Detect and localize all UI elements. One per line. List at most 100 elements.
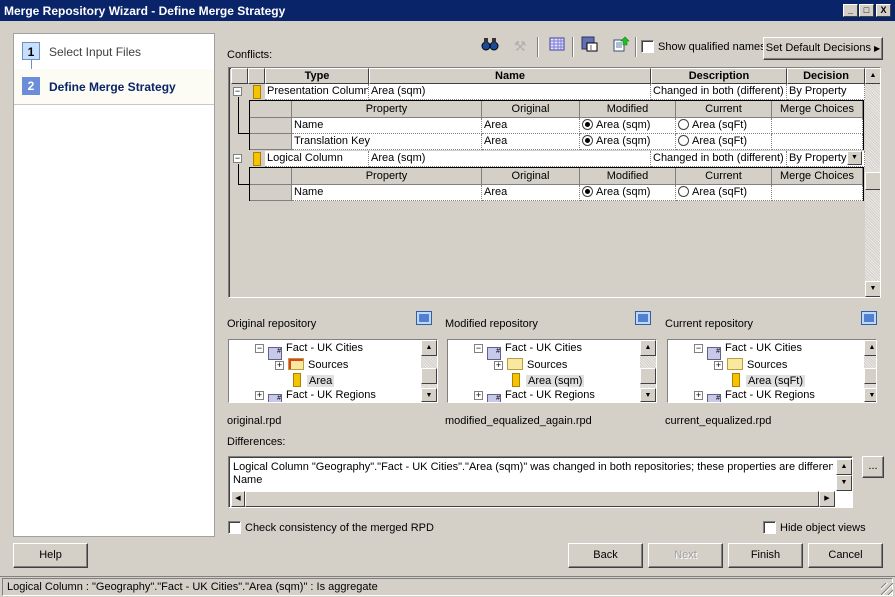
show-qualified-names-checkbox[interactable]	[641, 40, 654, 53]
scroll-thumb[interactable]	[865, 172, 880, 190]
cell-current[interactable]: Area (sqFt)	[676, 118, 772, 134]
expand-icon[interactable]: +	[714, 361, 723, 370]
tree-node[interactable]: + Sources	[275, 358, 348, 371]
scroll-thumb[interactable]	[245, 491, 819, 507]
tree-node[interactable]: + Sources	[714, 358, 787, 371]
collapse-icon[interactable]: −	[474, 344, 483, 353]
property-subgrid[interactable]: Property Original Modified Current Merge…	[249, 167, 864, 201]
tree-node[interactable]: + # Fact - UK Regions	[694, 389, 815, 402]
next-button[interactable]: Next	[648, 543, 723, 568]
subcolumn-header-original[interactable]: Original	[482, 101, 580, 118]
radio-selected[interactable]	[582, 119, 593, 130]
cell-decision[interactable]: By Property	[787, 84, 865, 100]
binoculars-icon[interactable]	[480, 36, 500, 56]
modified-repository-browse-icon[interactable]	[635, 311, 651, 325]
column-header-description[interactable]: Description	[651, 68, 787, 84]
differences-horizontal-scrollbar[interactable]: ◀	[231, 491, 819, 507]
subcolumn-header-original[interactable]: Original	[482, 168, 580, 185]
collapse-icon[interactable]: −	[255, 344, 264, 353]
collapse-icon[interactable]: −	[233, 87, 242, 96]
subcolumn-header-modified[interactable]: Modified	[580, 168, 676, 185]
cell-current[interactable]: Area (sqFt)	[676, 134, 772, 150]
scroll-up-icon[interactable]: ▲	[640, 340, 656, 356]
cell-modified[interactable]: Area (sqm)	[580, 185, 676, 201]
subcolumn-header-property[interactable]: Property	[292, 168, 482, 185]
tree-node[interactable]: Area (sqm)	[512, 373, 585, 387]
original-repository-tree[interactable]: − # Fact - UK Cities + Sources Area + # Fact …	[228, 339, 438, 403]
scroll-thumb[interactable]	[640, 368, 656, 384]
maximize-button[interactable]: □	[859, 4, 874, 17]
step-define-merge-strategy[interactable]: 2 Define Merge Strategy	[14, 69, 214, 105]
tree-node[interactable]: + # Fact - UK Regions	[474, 389, 595, 402]
row-header[interactable]	[250, 185, 292, 201]
expand-icon[interactable]: +	[494, 361, 503, 370]
current-repository-browse-icon[interactable]	[861, 311, 877, 325]
radio-unselected[interactable]	[678, 119, 689, 130]
radio-unselected[interactable]	[678, 135, 689, 146]
radio-selected[interactable]	[582, 135, 593, 146]
cell-merge-choices[interactable]	[772, 185, 863, 201]
hide-object-views-checkbox[interactable]	[763, 521, 776, 534]
current-repository-tree[interactable]: − # Fact - UK Cities + Sources Area (sqFt) …	[667, 339, 877, 403]
expand-icon[interactable]: +	[474, 391, 483, 400]
collapse-icon[interactable]: −	[233, 154, 242, 163]
tree-node[interactable]: + Sources	[494, 358, 567, 371]
radio-unselected[interactable]	[678, 186, 689, 197]
decision-dropdown[interactable]: By Property ▼	[787, 151, 865, 167]
scroll-down-icon[interactable]: ▼	[421, 388, 437, 402]
column-header-decision[interactable]: Decision	[787, 68, 865, 84]
help-button[interactable]: Help	[13, 543, 88, 568]
row-header[interactable]	[250, 134, 292, 150]
column-header-name[interactable]: Name	[369, 68, 651, 84]
cell-modified[interactable]: Area (sqm)	[580, 118, 676, 134]
expand-icon[interactable]: +	[255, 391, 264, 400]
tree-node[interactable]: Area	[293, 373, 335, 387]
differences-details-button[interactable]: ...	[862, 456, 884, 478]
check-consistency-checkbox[interactable]	[228, 521, 241, 534]
save-icon[interactable]: I	[580, 36, 600, 56]
scroll-thumb[interactable]	[864, 368, 876, 384]
scroll-up-icon[interactable]: ▲	[864, 340, 876, 356]
original-repository-browse-icon[interactable]	[416, 311, 432, 325]
column-header-type[interactable]: Type	[265, 68, 369, 84]
scroll-down-icon[interactable]: ▼	[864, 388, 876, 402]
scroll-up-icon[interactable]: ▲	[836, 459, 852, 475]
scroll-down-icon[interactable]: ▼	[865, 281, 880, 297]
property-subgrid[interactable]: Property Original Modified Current Merge…	[249, 100, 864, 150]
cell-merge-choices[interactable]	[772, 118, 863, 134]
scroll-right-icon[interactable]: ▶	[819, 491, 835, 507]
cancel-button[interactable]: Cancel	[808, 543, 883, 568]
tree-node[interactable]: Area (sqFt)	[732, 373, 806, 387]
cell-merge-choices[interactable]	[772, 134, 863, 150]
set-default-decisions-button[interactable]: Set Default Decisions ▶	[763, 37, 883, 60]
subcolumn-header-property[interactable]: Property	[292, 101, 482, 118]
cell-modified[interactable]: Area (sqm)	[580, 134, 676, 150]
minimize-button[interactable]: _	[843, 4, 858, 17]
conflicts-grid[interactable]: Type Name Description Decision − Present…	[228, 67, 881, 298]
subcolumn-header-current[interactable]: Current	[676, 101, 772, 118]
expand-icon[interactable]: +	[694, 391, 703, 400]
tree-node[interactable]: + # Fact - UK Regions	[255, 389, 376, 402]
differences-text-area[interactable]: Logical Column "Geography"."Fact - UK Ci…	[228, 456, 853, 508]
modified-repository-tree[interactable]: − # Fact - UK Cities + Sources Area (sqm) +…	[447, 339, 657, 403]
subcolumn-header-merge-choices[interactable]: Merge Choices	[772, 168, 863, 185]
grid-icon[interactable]	[547, 36, 567, 56]
scroll-thumb[interactable]	[421, 368, 437, 384]
back-button[interactable]: Back	[568, 543, 643, 568]
finish-button[interactable]: Finish	[728, 543, 803, 568]
scroll-up-icon[interactable]: ▲	[865, 68, 880, 84]
resize-grip-icon[interactable]	[881, 583, 893, 595]
close-button[interactable]: X	[876, 4, 891, 17]
export-icon[interactable]	[611, 36, 631, 56]
expand-icon[interactable]: +	[275, 361, 284, 370]
subcolumn-header-current[interactable]: Current	[676, 168, 772, 185]
row-header[interactable]	[250, 118, 292, 134]
subcolumn-header-merge-choices[interactable]: Merge Choices	[772, 101, 863, 118]
scroll-left-icon[interactable]: ◀	[231, 491, 245, 507]
cell-current[interactable]: Area (sqFt)	[676, 185, 772, 201]
collapse-icon[interactable]: −	[694, 344, 703, 353]
scroll-down-icon[interactable]: ▼	[836, 475, 852, 491]
wand-icon[interactable]: ⚒	[510, 36, 530, 56]
radio-selected[interactable]	[582, 186, 593, 197]
scroll-up-icon[interactable]: ▲	[421, 340, 437, 356]
